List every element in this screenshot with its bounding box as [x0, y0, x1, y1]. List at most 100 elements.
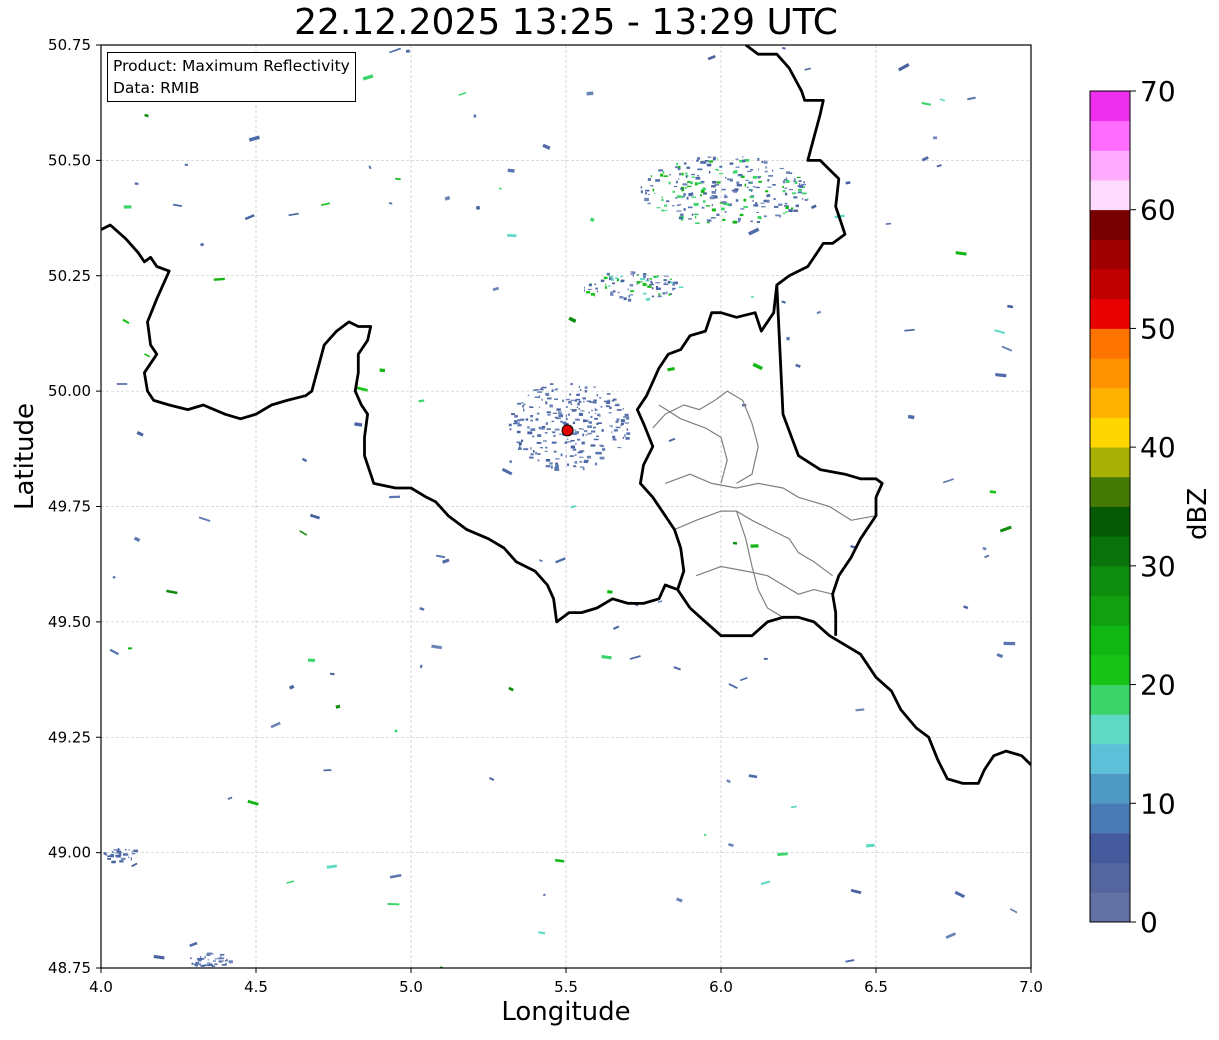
colorbar-segment: [1090, 298, 1130, 329]
colorbar-segment: [1090, 565, 1130, 596]
echo-pixel: [755, 202, 758, 205]
echo-pixel: [740, 176, 742, 178]
echo-pixel: [594, 462, 598, 466]
echo-pixel: [131, 853, 136, 855]
echo-pixel: [225, 963, 227, 966]
echo-pixel: [527, 431, 533, 435]
echo-pixel: [803, 181, 805, 184]
x-axis-ticks: 4.0 4.5 5.0 5.5 6.0 6.5 7.0: [89, 968, 1043, 996]
echo-pixel: [794, 177, 796, 181]
echo-pixel: [719, 165, 723, 168]
echo-pixel: [743, 198, 747, 202]
echo-streak: [184, 163, 188, 166]
echo-pixel: [525, 418, 529, 421]
echo-pixel: [798, 180, 802, 182]
echo-pixel: [797, 191, 802, 194]
echo-pixel: [517, 419, 521, 422]
echo-pixel: [774, 205, 779, 208]
colorbar-tick-label: 30: [1140, 550, 1176, 583]
echo-pixel: [608, 412, 612, 414]
echo-pixel: [593, 386, 596, 388]
colorbar-segment: [1090, 684, 1130, 715]
echo-pixel: [715, 189, 717, 191]
echo-pixel: [724, 211, 727, 213]
colorbar-segment: [1090, 803, 1130, 834]
echo-pixel: [711, 208, 716, 212]
echo-pixel: [620, 275, 623, 278]
echo-pixel: [750, 169, 754, 171]
echo-pixel: [612, 290, 616, 293]
echo-pixel: [721, 188, 726, 191]
echo-pixel: [623, 297, 627, 301]
echo-pixel: [765, 166, 767, 169]
echo-pixel: [752, 175, 758, 179]
echo-pixel: [542, 440, 547, 442]
echo-pixel: [623, 416, 626, 418]
echo-pixel: [661, 199, 664, 202]
echo-pixel: [746, 186, 749, 188]
echo-pixel: [537, 391, 543, 393]
colorbar-segment: [1090, 832, 1130, 864]
echo-pixel: [565, 418, 568, 420]
echo-pixel: [761, 161, 764, 164]
echo-pixel: [539, 447, 543, 449]
echo-pixel: [702, 200, 706, 203]
echo-pixel: [549, 462, 553, 465]
echo-pixel: [574, 454, 577, 456]
echo-pixel: [517, 422, 520, 425]
echo-pixel: [553, 450, 557, 453]
echo-pixel: [682, 183, 688, 186]
colorbar-segment: [1090, 417, 1130, 448]
echo-pixel: [547, 413, 551, 416]
echo-pixel: [723, 195, 728, 199]
echo-pixel: [749, 196, 754, 199]
echo-pixel: [515, 422, 518, 424]
echo-pixel: [752, 200, 754, 202]
echo-pixel: [655, 179, 661, 182]
y-tick-label: 49.75: [48, 498, 91, 516]
echo-pixel: [615, 420, 619, 423]
echo-pixel: [784, 192, 788, 196]
echo-streak: [405, 49, 410, 53]
echo-pixel: [622, 408, 624, 410]
echo-pixel: [602, 448, 606, 451]
echo-pixel: [632, 274, 634, 277]
x-tick-label: 4.5: [244, 978, 268, 996]
echo-pixel: [556, 417, 561, 420]
echo-pixel: [695, 222, 700, 224]
echo-pixel: [105, 853, 108, 856]
echo-pixel: [558, 414, 563, 418]
echo-pixel: [590, 293, 595, 296]
colorbar-segment: [1090, 595, 1130, 626]
echo-pixel: [683, 193, 686, 196]
echo-pixel: [763, 199, 768, 203]
echo-pixel: [697, 175, 700, 177]
echo-pixel: [569, 393, 572, 396]
echo-pixel: [681, 189, 684, 192]
echo-pixel: [735, 199, 739, 202]
echo-pixel: [782, 180, 785, 184]
echo-pixel: [795, 204, 799, 208]
echo-pixel: [578, 408, 581, 410]
echo-pixel: [727, 178, 730, 181]
echo-pixel: [615, 277, 618, 279]
echo-pixel: [685, 172, 688, 175]
echo-pixel: [628, 295, 630, 298]
echo-pixel: [640, 186, 643, 189]
echo-pixel: [650, 175, 652, 178]
echo-pixel: [696, 182, 702, 185]
colorbar: 0 10 20 30 40 50 60 70: [1089, 75, 1176, 939]
echo-pixel: [611, 431, 613, 433]
echo-pixel: [732, 220, 737, 224]
echo-pixel: [734, 170, 738, 173]
echo-pixel: [785, 211, 788, 213]
colorbar-tick-label: 60: [1140, 194, 1176, 227]
echo-pixel: [647, 202, 651, 205]
colorbar-segment: [1090, 150, 1130, 181]
echo-pixel: [735, 158, 739, 160]
echo-pixel: [782, 190, 786, 193]
echo-pixel: [758, 168, 759, 171]
echo-pixel: [672, 288, 674, 291]
echo-pixel: [683, 208, 686, 211]
colorbar-tick-label: 10: [1140, 787, 1176, 820]
